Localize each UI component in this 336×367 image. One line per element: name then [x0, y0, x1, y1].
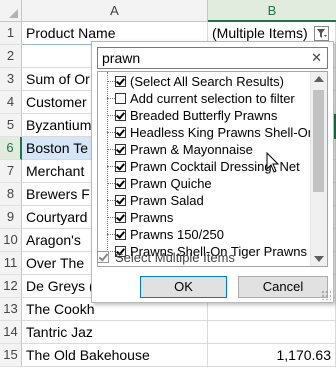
checkbox-checked-icon[interactable] [115, 110, 126, 121]
select-multiple-items-label: Select Multiple Items [115, 250, 235, 265]
row-header-2[interactable]: 2 [0, 45, 22, 68]
checkbox-checked-icon[interactable] [115, 178, 126, 189]
filter-item[interactable]: Breaded Butterfly Prawns [98, 108, 303, 124]
column-header-a[interactable]: A [22, 0, 208, 22]
row-header-4[interactable]: 4 [0, 91, 22, 114]
filter-item-label: (Select All Search Results) [130, 74, 284, 89]
filter-item[interactable]: Prawns [98, 210, 303, 226]
filter-item[interactable]: (Select All Search Results) [98, 74, 303, 90]
tree-connector [107, 132, 115, 133]
row-header-3[interactable]: 3 [0, 68, 22, 91]
close-icon[interactable]: ✕ [311, 48, 322, 68]
cell-b15[interactable]: 1,170.63 [208, 344, 336, 367]
checkbox-checked-icon[interactable] [115, 195, 126, 206]
scroll-up-icon[interactable] [314, 76, 324, 82]
row-header-15[interactable]: 15 [0, 344, 22, 367]
checkbox-checked-icon[interactable] [115, 127, 126, 138]
filter-item[interactable]: Add current selection to filter [98, 91, 303, 107]
column-header-b[interactable]: B [208, 0, 336, 22]
scroll-down-icon[interactable] [314, 256, 324, 262]
row-header-12[interactable]: 12 [0, 275, 22, 298]
tree-connector [107, 115, 115, 116]
tree-connector [107, 166, 115, 167]
cell-a15[interactable]: The Old Bakehouse [22, 344, 208, 367]
row-header-5[interactable]: 5 [0, 114, 22, 137]
checkbox-checked-icon[interactable] [115, 212, 126, 223]
tree-connector [107, 81, 115, 82]
filter-item-label: Prawn & Mayonnaise [130, 142, 253, 157]
filter-dropdown-panel: prawn ✕ (Select All Search Results) Add c… [91, 41, 334, 303]
mouse-pointer-icon [266, 152, 280, 173]
filter-item-label: Headless King Prawns Shell-On [130, 125, 315, 140]
filter-item-label: Prawns [130, 210, 174, 225]
search-input-value: prawn [102, 50, 141, 66]
tree-connector [107, 183, 115, 184]
filter-dropdown-button[interactable] [314, 26, 329, 41]
checkbox-checked-icon[interactable] [115, 161, 126, 172]
filter-item[interactable]: Headless King Prawns Shell-On [98, 125, 315, 141]
checkbox-checked-icon[interactable] [115, 76, 126, 87]
filter-item[interactable]: Prawn Quiche [98, 176, 303, 192]
select-all-corner[interactable] [0, 0, 22, 22]
cell-b1-text: (Multiple Items) [212, 25, 308, 41]
checkbox-checked-icon[interactable] [115, 229, 126, 240]
filter-item-label: Breaded Butterfly Prawns [130, 108, 278, 123]
cell-a14[interactable]: Tantric Jaz [22, 321, 208, 344]
checkbox-unchecked-icon[interactable] [115, 93, 126, 104]
row-header-14[interactable]: 14 [0, 321, 22, 344]
filter-item-label: Prawn Salad [130, 193, 204, 208]
row-header-6[interactable]: 6 [0, 137, 22, 160]
tree-connector [107, 234, 115, 235]
list-scrollbar[interactable] [310, 72, 327, 266]
checkbox-icon [97, 251, 109, 263]
row-header-9[interactable]: 9 [0, 206, 22, 229]
ok-button[interactable]: OK [140, 276, 227, 298]
tree-connector [107, 98, 115, 99]
row-header-10[interactable]: 10 [0, 229, 22, 252]
filter-item-list[interactable]: (Select All Search Results) Add current s… [97, 71, 328, 267]
checkbox-checked-icon[interactable] [115, 144, 126, 155]
tree-connector [107, 217, 115, 218]
search-input[interactable]: prawn ✕ [97, 47, 328, 69]
row-header-7[interactable]: 7 [0, 160, 22, 183]
filter-item[interactable]: Prawns 150/250 [98, 227, 303, 243]
tree-connector [107, 149, 115, 150]
filter-funnel-icon [317, 29, 327, 38]
filter-item[interactable]: Prawn Salad [98, 193, 303, 209]
resize-grip-icon[interactable] [321, 290, 331, 300]
tree-connector [107, 200, 115, 201]
row-header-8[interactable]: 8 [0, 183, 22, 206]
row-header-13[interactable]: 13 [0, 298, 22, 321]
cancel-button[interactable]: Cancel [238, 276, 328, 298]
row-header-11[interactable]: 11 [0, 252, 22, 275]
scroll-thumb[interactable] [313, 90, 324, 192]
filter-item-label: Prawns 150/250 [130, 227, 224, 242]
row-header-1[interactable]: 1 [0, 22, 22, 45]
cell-b14[interactable] [208, 321, 336, 344]
filter-item-label: Prawn Quiche [130, 176, 212, 191]
filter-item-label: Add current selection to filter [130, 91, 295, 106]
